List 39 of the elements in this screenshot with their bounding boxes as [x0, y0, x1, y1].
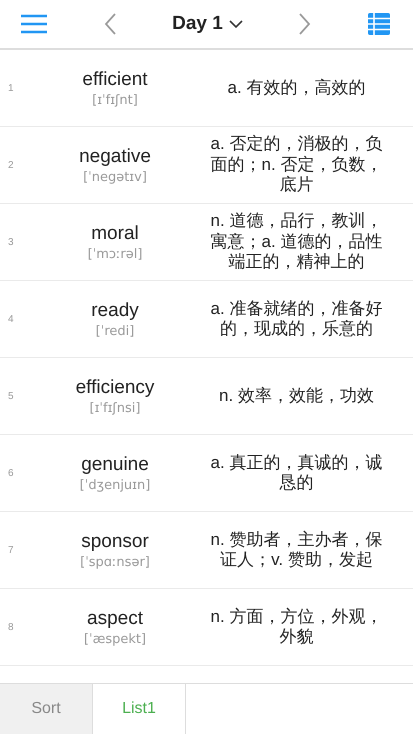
definition: a. 有效的，高效的	[228, 78, 366, 98]
word: genuine	[81, 454, 149, 476]
row-number: 2	[7, 160, 15, 170]
phonetic: [ɪˈfɪʃnsi]	[90, 400, 140, 416]
phonetic: [ˈnegətɪv]	[83, 170, 147, 184]
row-number: 3	[7, 236, 15, 248]
row-number: 6	[7, 468, 15, 478]
word: moral	[91, 222, 139, 244]
phonetic: [ɪˈfɪʃnt]	[92, 92, 138, 108]
definition: n. 赞助者，主办者，保证人；v. 赞助，发起	[210, 530, 382, 570]
definition: a. 真正的，真诚的，诚恳的	[210, 452, 382, 494]
row-number: 4	[7, 314, 15, 324]
definition: n. 方面，方位，外观，外貌	[210, 606, 382, 648]
row-number: 5	[7, 390, 15, 402]
word: efficiency	[76, 376, 154, 398]
definition: a. 否定的，消极的，负面的；n. 否定，负数，底片	[210, 134, 382, 196]
row-number: 1	[7, 82, 15, 94]
word: aspect	[87, 608, 143, 630]
day-title[interactable]: Day 1	[172, 13, 223, 35]
chevron-down-icon[interactable]	[228, 20, 243, 28]
chevron-right-icon[interactable]	[298, 13, 311, 35]
word: sponsor	[81, 530, 149, 552]
word: efficient	[82, 68, 148, 90]
phonetic: [ˈspɑːnsər]	[80, 554, 150, 570]
bottom-tab[interactable]: Sort	[0, 684, 93, 734]
row-number: 8	[7, 622, 15, 632]
list-view-icon[interactable]	[366, 12, 391, 36]
definition: n. 效率，效能，功效	[219, 386, 374, 406]
phonetic: [ˈredi]	[96, 324, 134, 338]
definition: a. 准备就绪的，准备好的，现成的，乐意的	[210, 298, 382, 340]
phonetic: [ˈmɔːrəl]	[88, 246, 142, 262]
chevron-left-icon[interactable]	[104, 13, 116, 35]
phonetic: [ˈdʒenjuɪn]	[80, 478, 150, 492]
phonetic: [ˈæspekt]	[84, 632, 146, 646]
definition: n. 道德，品行，教训，寓意；a. 道德的，品性端正的，精神上的	[210, 211, 382, 273]
menu-icon[interactable]	[20, 14, 48, 34]
word: ready	[91, 300, 139, 322]
row-number: 7	[7, 544, 15, 556]
word: negative	[79, 146, 151, 168]
